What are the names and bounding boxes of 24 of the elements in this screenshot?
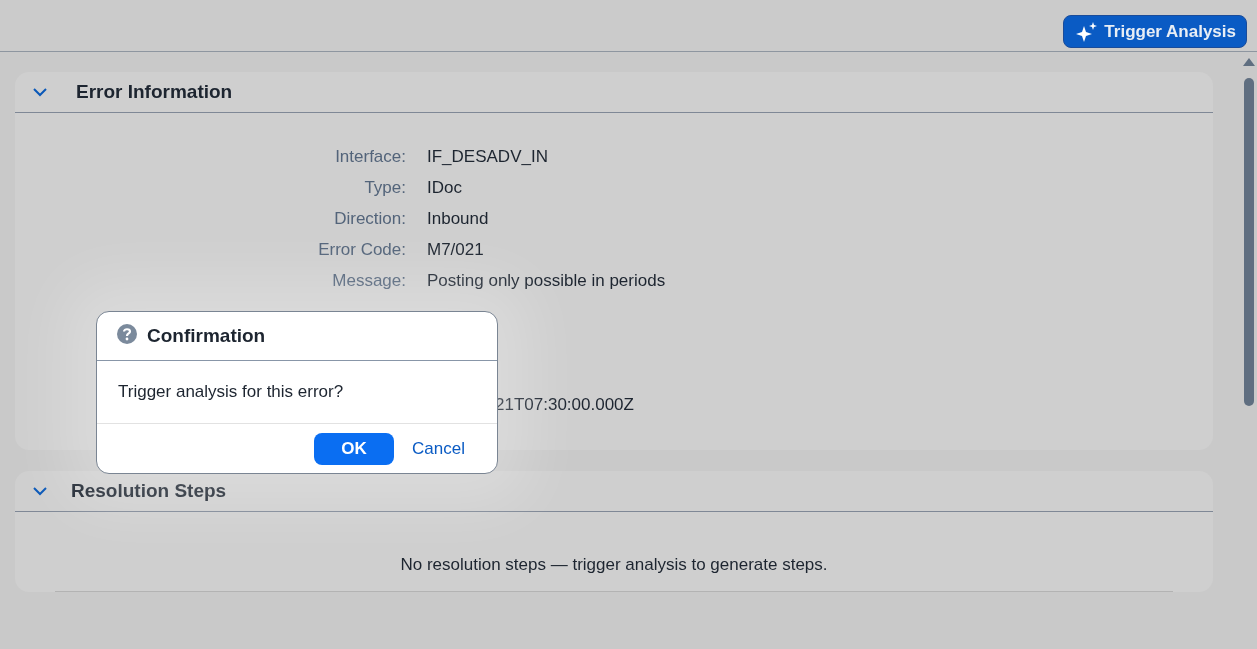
empty-message: No resolution steps — trigger analysis to generate steps.	[55, 555, 1173, 592]
field-label: Message:	[331, 270, 406, 291]
field-value: M7/021	[427, 239, 484, 260]
field-value: IDoc	[427, 177, 462, 198]
field-label: Interface:	[334, 146, 406, 167]
field-label: Error Code:	[317, 239, 406, 260]
field-value: 21T07:30:00.000Z	[495, 394, 634, 415]
panel-title: Resolution Steps	[71, 480, 227, 502]
ok-button[interactable]: OK	[314, 432, 395, 465]
sparkle-icon	[1076, 21, 1099, 42]
field-value: Posting only possible in periods	[427, 270, 666, 291]
field-value: IF_DESADV_IN	[427, 146, 548, 167]
field-value: Inbound	[427, 208, 489, 229]
dialog-message: Trigger analysis for this error?	[118, 382, 344, 402]
chevron-down-icon[interactable]	[33, 486, 47, 496]
cancel-button[interactable]: Cancel	[400, 432, 477, 465]
scrollbar-thumb[interactable]	[1243, 78, 1254, 406]
scroll-up-icon[interactable]	[1242, 58, 1255, 66]
dialog-title: Confirmation	[147, 325, 266, 347]
trigger-analysis-button[interactable]: Trigger Analysis	[1063, 15, 1247, 48]
field-label: Type:	[363, 177, 406, 198]
field-label: Direction:	[333, 208, 406, 229]
chevron-down-icon[interactable]	[33, 87, 47, 97]
panel-title: Error Information	[76, 81, 233, 103]
